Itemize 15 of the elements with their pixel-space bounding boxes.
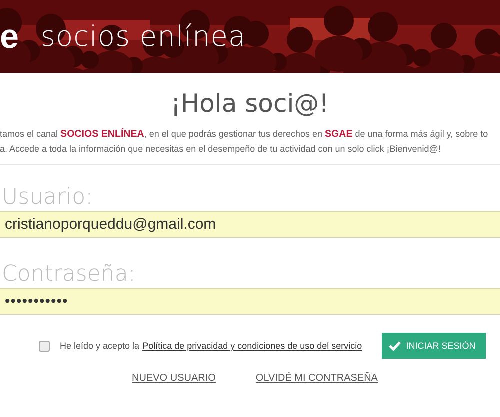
consent-text: He leído y acepto la <box>60 341 140 351</box>
text-link[interactable]: OLVIDÉ MI CONTRASEÑA <box>256 373 378 384</box>
check-icon <box>389 341 402 351</box>
username-field[interactable]: cristianoporqueddu@gmail.com <box>0 211 500 238</box>
site-name: socios enlínea <box>40 22 246 50</box>
field-label: Usuario: <box>2 185 94 211</box>
privacy-link[interactable]: Política de privacidad y condiciones de uso del servicio <box>142 341 362 351</box>
consent-checkbox[interactable] <box>39 340 50 352</box>
greeting-title: ¡Hola soci@! <box>170 89 330 118</box>
text-link[interactable]: NUEVO USUARIO <box>132 373 216 384</box>
intro-text: a. Accede a toda la información que necesitas en el desempeño de tu actividad con un solo click ¡Bienvenid@! <box>0 143 442 156</box>
password-field[interactable]: ••••••••••• <box>0 288 500 315</box>
field-label: Contraseña: <box>2 262 137 288</box>
intro-text: tamos el canal SOCIOS ENLÍNEA, en el que podrás gestionar tus derechos en SGAE de una forma más ágil y, sobre to <box>0 127 490 142</box>
logo-letter: e <box>0 20 19 54</box>
